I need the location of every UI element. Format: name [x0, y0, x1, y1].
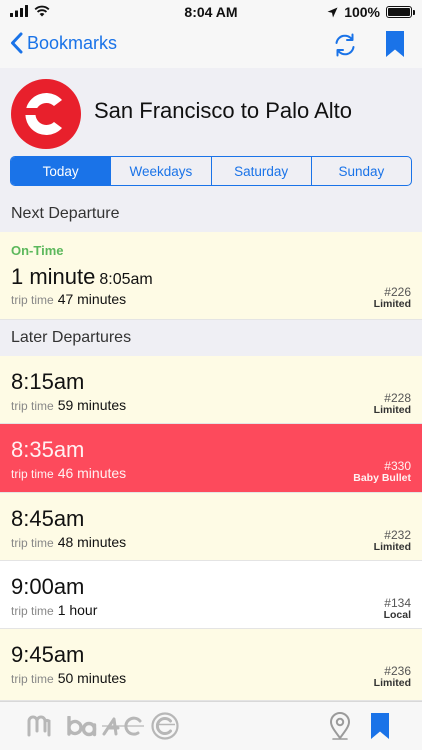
trip-time-label: trip time [11, 399, 54, 413]
status-right: 100% [327, 4, 415, 20]
train-number: #236 [384, 664, 411, 678]
trip-time-label: trip time [11, 536, 54, 550]
departure-time: 8:35am [11, 437, 85, 462]
trip-time-label: trip time [11, 293, 54, 307]
bookmark-icon[interactable] [386, 31, 404, 57]
chevron-left-icon [11, 32, 23, 54]
segment-saturday[interactable]: Saturday [212, 157, 312, 185]
route-header: San Francisco to Palo Alto [0, 70, 422, 152]
caltrain-icon[interactable] [151, 712, 179, 740]
tab-bar [0, 701, 422, 750]
train-type: Baby Bullet [353, 472, 411, 484]
trip-time-value: 48 minutes [57, 534, 127, 550]
train-type: Limited [373, 541, 411, 553]
location-arrow-icon [327, 7, 338, 17]
status-bar: 8:04 AM 100% [0, 0, 422, 24]
map-pin-icon[interactable] [328, 711, 352, 741]
train-number: #226 [384, 285, 411, 299]
departure-time: 9:00am [11, 574, 85, 599]
trip-time-value: 47 minutes [57, 291, 127, 307]
departure-row[interactable]: 9:00am trip time 1 hour #134 Local [0, 561, 422, 629]
trip-time-label: trip time [11, 672, 54, 686]
back-button-label: Bookmarks [27, 32, 118, 53]
trip-time-value: 46 minutes [57, 465, 127, 481]
on-time-status: On-Time [11, 243, 64, 258]
trip-time: trip time 48 minutes [11, 534, 126, 550]
segment-today[interactable]: Today [11, 157, 112, 185]
departure-time: 8:05am [99, 271, 153, 288]
train-number: #134 [384, 596, 411, 610]
section-header-next: Next Departure [11, 205, 120, 222]
trip-time-value: 1 hour [57, 602, 98, 618]
route-title: San Francisco to Palo Alto [94, 98, 353, 123]
train-type: Limited [373, 298, 411, 310]
departure-time: 9:45am [11, 642, 85, 667]
train-type: Local [383, 609, 411, 621]
battery-percent: 100% [344, 4, 380, 20]
trip-time: trip time 47 minutes [11, 291, 126, 307]
refresh-icon[interactable] [332, 32, 358, 58]
bart-icon[interactable] [66, 716, 98, 738]
bookmark-icon[interactable] [371, 713, 389, 739]
muni-icon[interactable] [26, 714, 52, 738]
back-button[interactable]: Bookmarks [10, 32, 117, 54]
navigation-bar: Bookmarks [0, 24, 422, 68]
trip-time: trip time 1 hour [11, 602, 97, 618]
caltrain-logo-icon [11, 79, 81, 149]
next-departure-row[interactable]: On-Time 1 minute 8:05am trip time 47 minut… [0, 232, 422, 320]
trip-time-label: trip time [11, 467, 54, 481]
departure-row[interactable]: 9:45am trip time 50 minutes #236 Limited [0, 629, 422, 701]
segment-weekdays[interactable]: Weekdays [111, 157, 212, 185]
train-number: #330 [384, 459, 411, 473]
departure-time: 8:45am [11, 506, 85, 531]
section-header-later: Later Departures [11, 329, 132, 346]
train-type: Limited [373, 404, 411, 416]
trip-time: trip time 46 minutes [11, 465, 126, 481]
trip-time-label: trip time [11, 604, 54, 618]
departure-row[interactable]: 8:35am trip time 46 minutes #330 Baby Bul… [0, 424, 422, 493]
train-type: Limited [373, 677, 411, 689]
departure-time: 8:15am [11, 369, 85, 394]
trip-time: trip time 59 minutes [11, 397, 126, 413]
departure-row[interactable]: 8:45am trip time 48 minutes #232 Limited [0, 493, 422, 561]
ac-transit-icon[interactable] [102, 716, 146, 736]
battery-icon [386, 6, 415, 18]
trip-time: trip time 50 minutes [11, 670, 126, 686]
eta-value: 1 minute [11, 264, 96, 289]
departure-eta: 1 minute 8:05am [11, 264, 153, 290]
schedule-segmented-control: Today Weekdays Saturday Sunday [10, 156, 412, 186]
segment-sunday[interactable]: Sunday [312, 157, 411, 185]
train-number: #228 [384, 391, 411, 405]
departure-row[interactable]: 8:15am trip time 59 minutes #228 Limited [0, 356, 422, 424]
trip-time-value: 50 minutes [57, 670, 127, 686]
trip-time-value: 59 minutes [57, 397, 127, 413]
train-number: #232 [384, 528, 411, 542]
